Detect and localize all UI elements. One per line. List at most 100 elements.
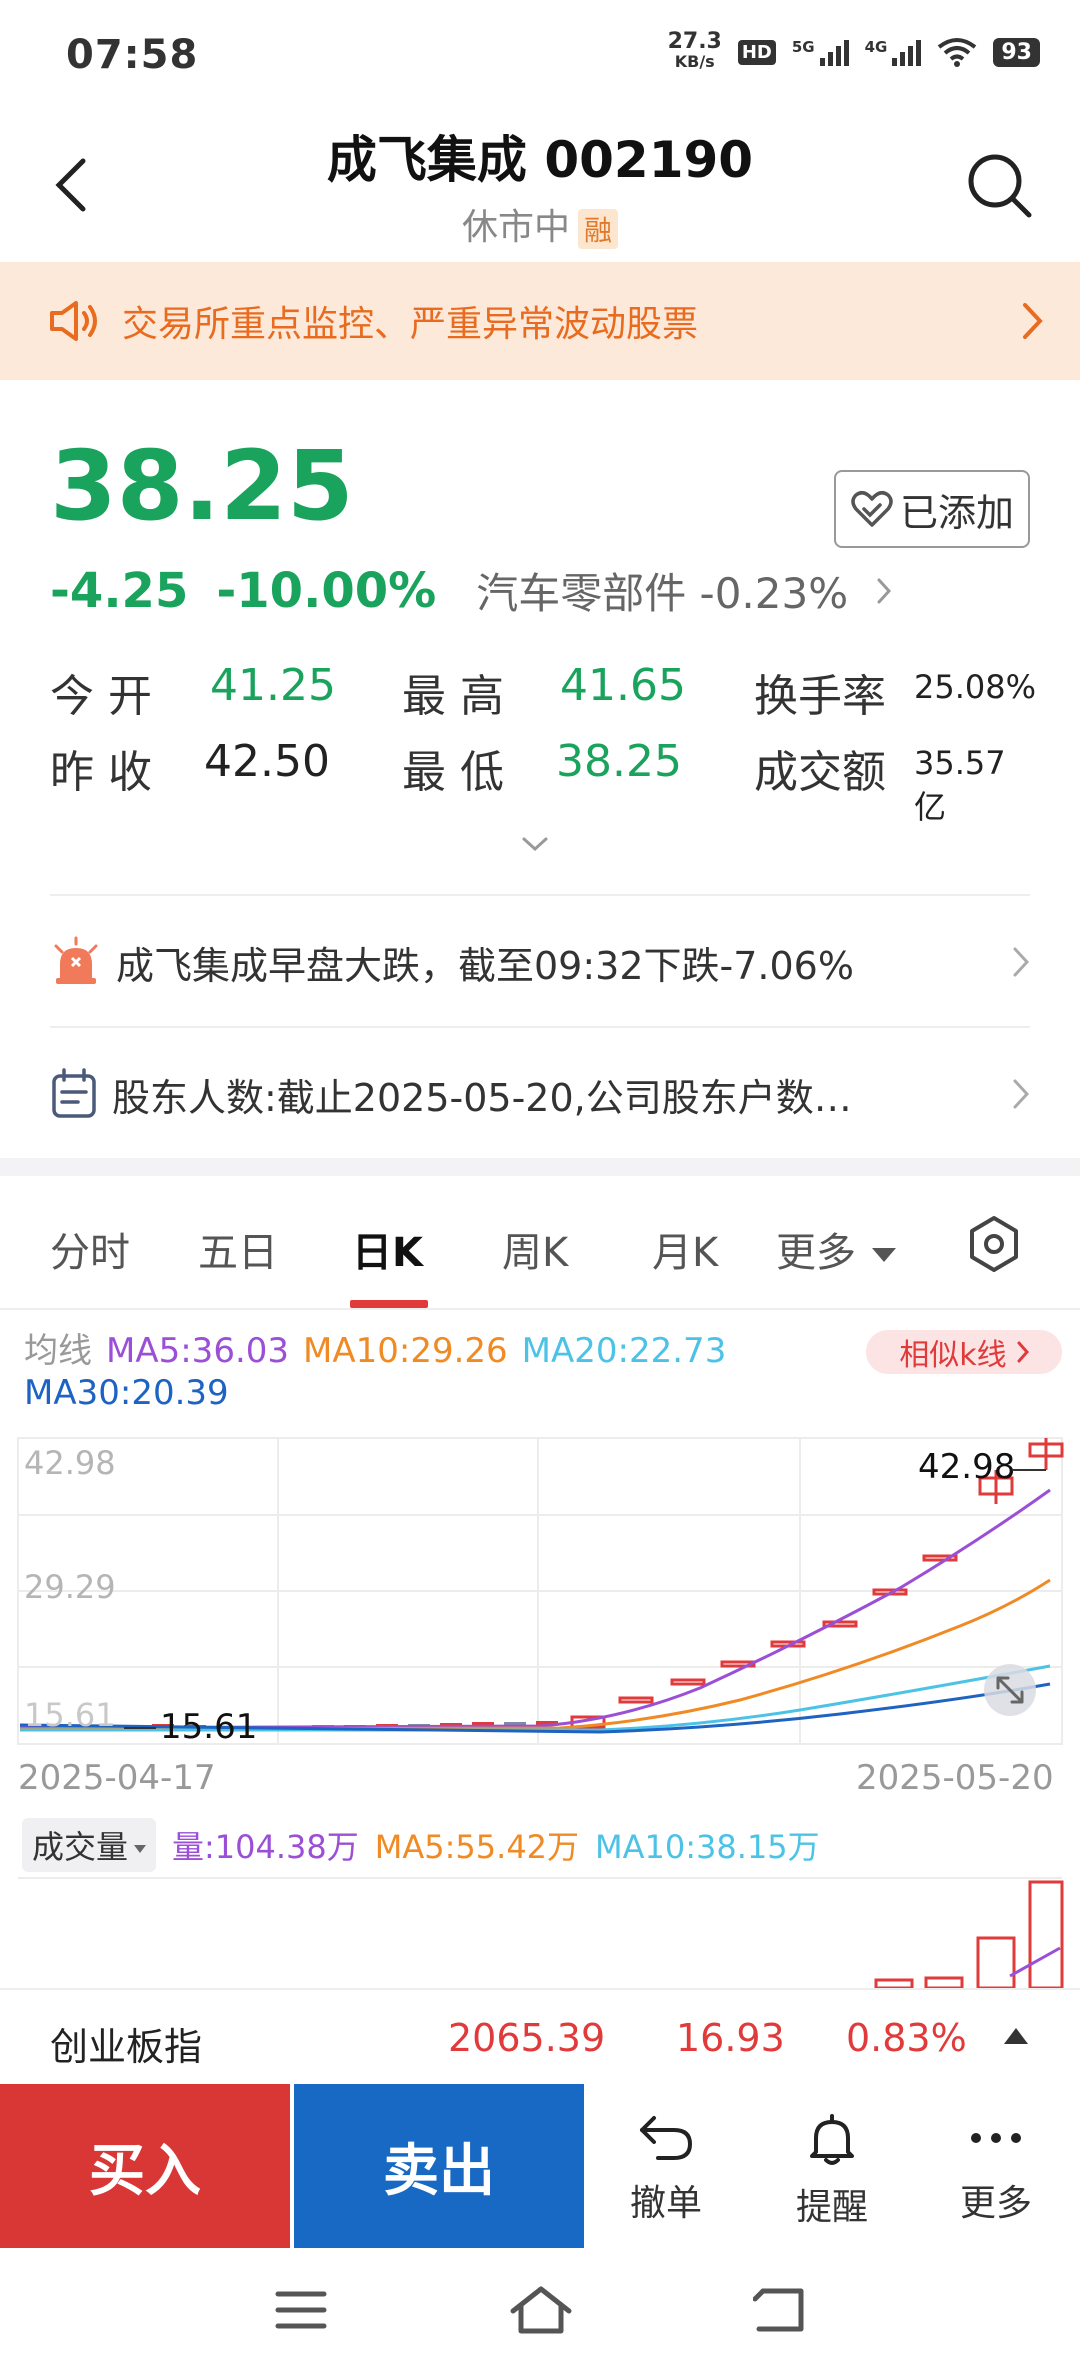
heart-icon bbox=[851, 491, 893, 527]
news-item[interactable]: 股东人数:截止2025-05-20,公司股东户数… bbox=[50, 1030, 1030, 1158]
chevron-down-icon[interactable] bbox=[520, 835, 550, 855]
bell-icon bbox=[810, 2114, 854, 2165]
ma5-value: MA5:36.03 bbox=[106, 1331, 290, 1371]
y-tick-label: 42.98 bbox=[24, 1444, 116, 1482]
search-button[interactable] bbox=[960, 146, 1040, 226]
high-label: 最高 bbox=[402, 671, 518, 722]
index-ticker[interactable]: 创业板指 2065.39 16.93 0.83% bbox=[0, 1988, 1080, 2084]
ma20-value: MA20:22.73 bbox=[521, 1331, 727, 1371]
index-change: 16.93 bbox=[676, 2016, 785, 2060]
net-speed-unit: KB/s bbox=[674, 52, 715, 71]
cancel-order-label: 撤单 bbox=[629, 2183, 702, 2224]
remind-button[interactable]: 提醒 bbox=[762, 2112, 902, 2230]
watchlist-button[interactable]: 已添加 bbox=[834, 470, 1030, 548]
margin-badge: 融 bbox=[578, 209, 619, 249]
calendar-icon bbox=[52, 1068, 96, 1118]
min-price-label: 15.61 bbox=[160, 1707, 257, 1747]
open-value: 41.25 bbox=[210, 660, 336, 711]
cancel-order-button[interactable]: 撤单 bbox=[596, 2112, 736, 2226]
similar-kline-button[interactable]: 相似k线 bbox=[866, 1330, 1062, 1374]
alert-banner[interactable]: 交易所重点监控、严重异常波动股票 bbox=[0, 262, 1080, 380]
volume-legend: 成交量 量:104.38万 MA5:55.42万 MA10:38.15万 bbox=[22, 1818, 820, 1872]
chart-tabs: 分时 五日 日K 周K 月K 更多 bbox=[0, 1176, 1080, 1310]
prev-close-value: 42.50 bbox=[204, 736, 330, 787]
net-speed-value: 27.3 bbox=[667, 29, 722, 54]
volume-indicator-label: 成交量 bbox=[32, 1828, 129, 1866]
change-row: -4.25 -10.00% 汽车零部件 -0.23% bbox=[50, 560, 892, 621]
ma-legend-label: 均线 bbox=[24, 1331, 92, 1371]
turnover-value: 25.08% bbox=[914, 668, 1037, 706]
more-button[interactable]: 更多 bbox=[926, 2112, 1066, 2226]
tab-intraday[interactable]: 分时 bbox=[50, 1220, 130, 1278]
caret-up-icon[interactable] bbox=[1004, 2028, 1028, 2044]
system-nav-bar bbox=[0, 2248, 1080, 2376]
news-text: 股东人数:截止2025-05-20,公司股东户数… bbox=[112, 1075, 852, 1120]
news-item[interactable]: 成飞集成早盘大跌，截至09:32下跌-7.06% bbox=[50, 898, 1030, 1026]
volume-indicator-select[interactable]: 成交量 bbox=[22, 1818, 157, 1872]
status-icons: 27.3 KB/s HD 5G 4G 93 bbox=[667, 29, 1040, 72]
market-status-text: 休市中 bbox=[461, 207, 570, 248]
turnover-label: 换手率 bbox=[754, 671, 886, 722]
x-start-date: 2025-04-17 bbox=[18, 1758, 216, 1798]
sector-link[interactable]: 汽车零部件 -0.23% bbox=[476, 560, 848, 621]
signal-5g-icon: 5G bbox=[792, 38, 849, 66]
volume-chart[interactable] bbox=[0, 1876, 1080, 1988]
x-end-date: 2025-05-20 bbox=[856, 1758, 1054, 1798]
divider bbox=[50, 1026, 1030, 1028]
tab-daily-k[interactable]: 日K bbox=[352, 1220, 423, 1278]
price-change-pct: -10.00% bbox=[216, 562, 437, 619]
volume-ma5: MA5:55.42万 bbox=[374, 1828, 580, 1866]
low-value: 38.25 bbox=[556, 736, 682, 787]
chevron-right-icon bbox=[877, 578, 892, 603]
chevron-right-icon bbox=[1013, 947, 1030, 977]
back-nav-button[interactable] bbox=[746, 2280, 816, 2340]
quote-row-2: 昨收 42.50 最低 38.25 成交额 35.57亿 bbox=[50, 736, 1030, 826]
index-value: 2065.39 bbox=[448, 2016, 606, 2060]
volume-bars bbox=[874, 1880, 1064, 1988]
speaker-icon bbox=[50, 301, 97, 341]
sell-button[interactable]: 卖出 bbox=[294, 2084, 584, 2248]
amount-value: 35.57亿 bbox=[914, 744, 1006, 826]
menu-icon bbox=[275, 2291, 327, 2329]
home-nav-button[interactable] bbox=[506, 2280, 576, 2340]
buy-button[interactable]: 买入 bbox=[0, 2084, 290, 2248]
volume-bar bbox=[874, 1978, 914, 1988]
y-tick-label: 29.29 bbox=[24, 1568, 116, 1606]
return-icon bbox=[753, 2288, 804, 2332]
battery-icon: 93 bbox=[993, 37, 1040, 67]
low-label: 最低 bbox=[402, 747, 518, 798]
chevron-right-icon bbox=[1023, 303, 1043, 339]
tab-weekly-k[interactable]: 周K bbox=[502, 1220, 568, 1278]
tab-monthly-k[interactable]: 月K bbox=[652, 1220, 718, 1278]
volume-value: 量:104.38万 bbox=[172, 1828, 359, 1866]
price-change: -4.25 bbox=[50, 562, 189, 619]
quote-row-1: 今开 41.25 最高 41.65 换手率 25.08% bbox=[50, 660, 1036, 722]
trade-action-bar: 买入 卖出 撤单 提醒 更多 bbox=[0, 2084, 1080, 2248]
tab-five-day[interactable]: 五日 bbox=[198, 1220, 278, 1278]
index-name: 创业板指 bbox=[50, 2025, 203, 2069]
tab-more-label: 更多 bbox=[776, 1230, 856, 1276]
settings-icon[interactable] bbox=[964, 1214, 1024, 1274]
menu-nav-button[interactable] bbox=[266, 2280, 336, 2340]
stock-header: 成飞集成 002190 休市中融 bbox=[0, 110, 1080, 260]
volume-bar bbox=[976, 1936, 1016, 1988]
max-price-label: 42.98 bbox=[918, 1447, 1015, 1487]
candlestick-chart[interactable]: 42.98 29.29 15.61 15.61 42.98 bbox=[0, 1430, 1080, 1760]
hd-icon: HD bbox=[737, 39, 776, 65]
more-dots-icon bbox=[971, 2133, 1021, 2143]
undo-icon bbox=[640, 2116, 693, 2160]
sim1-label: 5G bbox=[791, 38, 815, 56]
ma30-value: MA30:20.39 bbox=[24, 1373, 229, 1413]
alarm-icon bbox=[54, 936, 98, 984]
amount-label: 成交额 bbox=[754, 747, 886, 798]
open-label: 今开 bbox=[50, 671, 166, 722]
y-tick-label: 15.61 bbox=[24, 1696, 116, 1734]
more-label: 更多 bbox=[959, 2183, 1032, 2224]
watchlist-label: 已添加 bbox=[899, 490, 1014, 535]
tab-more[interactable]: 更多 bbox=[776, 1220, 896, 1278]
expand-chart-icon[interactable] bbox=[984, 1664, 1036, 1716]
sim2-label: 4G bbox=[864, 38, 888, 56]
search-icon bbox=[968, 154, 1032, 218]
signal-4g-icon: 4G bbox=[865, 38, 922, 66]
chevron-right-icon bbox=[1017, 1341, 1029, 1363]
